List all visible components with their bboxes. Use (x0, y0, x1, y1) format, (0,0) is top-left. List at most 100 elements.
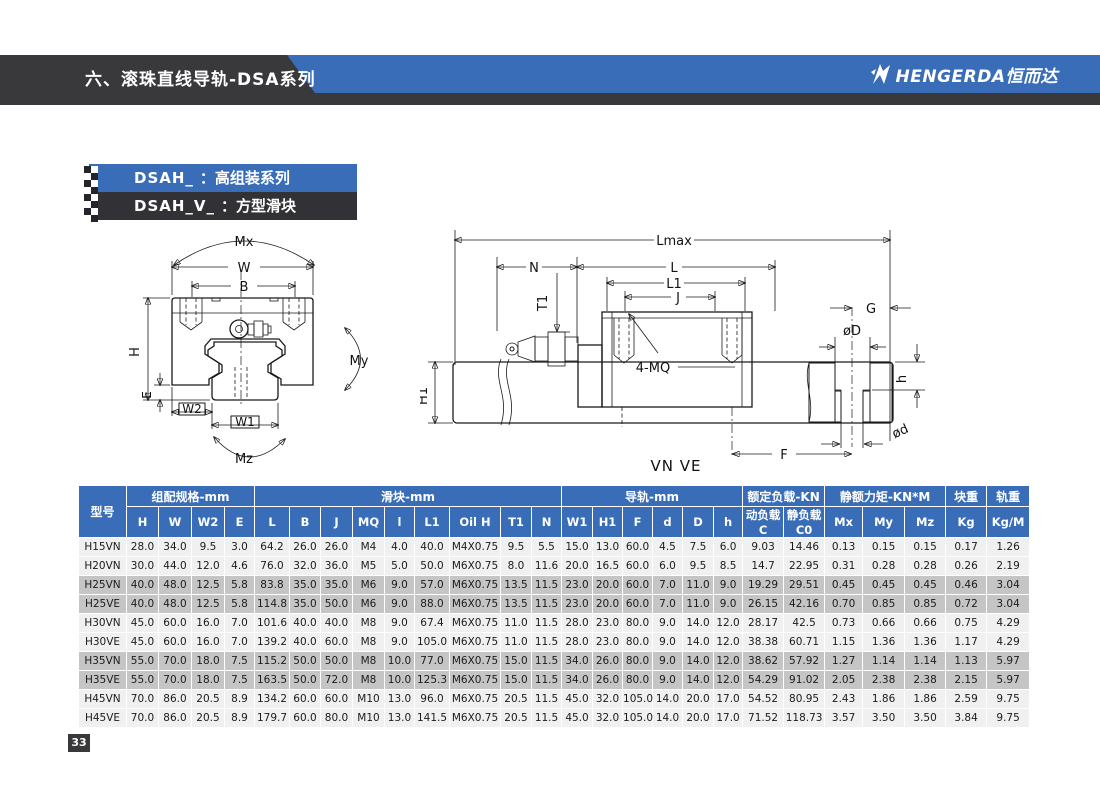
cell: 13.5 (501, 576, 532, 595)
cell: 26.0 (593, 671, 623, 690)
cell: 11.0 (683, 595, 714, 614)
cell: 36.0 (321, 557, 353, 576)
cell: 7.0 (225, 633, 255, 652)
label-g: G (866, 302, 876, 317)
cell: 11.5 (532, 671, 562, 690)
cell: M6X0.75 (450, 709, 501, 728)
dim-f: F (732, 407, 851, 463)
cell: 20.5 (192, 709, 225, 728)
column-header: N (532, 507, 562, 538)
cell: 101.6 (255, 614, 290, 633)
column-header: MQ (353, 507, 385, 538)
cell: 14.0 (683, 633, 714, 652)
series-code: DSAH_ (134, 169, 194, 187)
cell: 4.6 (225, 557, 255, 576)
cell: 0.72 (946, 595, 987, 614)
cell: 45.0 (127, 614, 159, 633)
cell: 1.14 (905, 652, 946, 671)
cell: 14.0 (683, 614, 714, 633)
dim-od-counterbore: øD (819, 324, 886, 362)
cell: 17.0 (714, 709, 743, 728)
cell: 28.0 (562, 614, 593, 633)
dim-e: E (140, 373, 170, 412)
cell: 2.43 (825, 690, 863, 709)
cell: M6 (353, 576, 385, 595)
cell: 7.5 (225, 652, 255, 671)
cell: 8.0 (501, 557, 532, 576)
cell: 2.38 (905, 671, 946, 690)
table-row: H30VN45.060.016.07.0101.640.040.0M89.067… (79, 614, 1030, 633)
cell: 22.95 (784, 557, 825, 576)
cell: 80.0 (623, 671, 653, 690)
group-header: 滑块-mm (255, 486, 562, 507)
label-j: J (675, 291, 680, 306)
cell: 7.0 (653, 595, 683, 614)
cell: 6.0 (714, 538, 743, 557)
cell: 0.31 (825, 557, 863, 576)
cell: 11.5 (532, 614, 562, 633)
cell: 40.0 (415, 538, 450, 557)
cell: 20.5 (501, 709, 532, 728)
cell: 3.57 (825, 709, 863, 728)
cell: 23.0 (562, 576, 593, 595)
model-cell: H30VN (79, 614, 127, 633)
cell: 11.0 (683, 576, 714, 595)
cell: M6X0.75 (450, 614, 501, 633)
cell: 80.0 (321, 709, 353, 728)
cell: 42.16 (784, 595, 825, 614)
cell: 20.5 (192, 690, 225, 709)
table-row: H25VE40.048.012.55.8114.835.050.0M69.088… (79, 595, 1030, 614)
cell: 10.0 (385, 652, 415, 671)
column-header: T1 (501, 507, 532, 538)
cell: 40.0 (127, 595, 159, 614)
cell: 3.84 (946, 709, 987, 728)
cell: 10.0 (385, 671, 415, 690)
cell: 9.0 (385, 633, 415, 652)
model-column-header: 型号 (79, 486, 127, 538)
cell: 4.29 (987, 633, 1030, 652)
cell: 60.0 (623, 538, 653, 557)
dim-w1: W1 (212, 403, 278, 429)
cell: 80.0 (623, 614, 653, 633)
cell: M6X0.75 (450, 671, 501, 690)
model-cell: H45VE (79, 709, 127, 728)
cell: 0.15 (905, 538, 946, 557)
cell: 2.59 (946, 690, 987, 709)
label-t1: T1 (536, 295, 551, 312)
label-od-small: ød (890, 422, 911, 442)
cell: M6X0.75 (450, 633, 501, 652)
dim-t1: T1 (536, 273, 570, 332)
cell: 0.46 (946, 576, 987, 595)
cell: 32.0 (593, 690, 623, 709)
cell: 67.4 (415, 614, 450, 633)
cell: 12.5 (192, 576, 225, 595)
cell: 20.5 (501, 690, 532, 709)
cell: 57.92 (784, 652, 825, 671)
cell: 9.03 (743, 538, 784, 557)
cell: 14.46 (784, 538, 825, 557)
cell: M8 (353, 633, 385, 652)
cell: 13.0 (385, 690, 415, 709)
cell: 60.71 (784, 633, 825, 652)
cell: 45.0 (127, 633, 159, 652)
cell: 55.0 (127, 671, 159, 690)
cell: 86.0 (159, 690, 192, 709)
label-l1: L1 (666, 277, 682, 292)
column-header: Kg/M (987, 507, 1030, 538)
cell: 9.0 (385, 595, 415, 614)
model-cell: H35VN (79, 652, 127, 671)
cell: 18.0 (192, 652, 225, 671)
front-view-diagram: Mx W B (118, 215, 418, 480)
cell: 11.5 (532, 652, 562, 671)
spec-table: 型号组配规格-mm滑块-mm导轨-mm额定负载-KN静额力矩-KN*M块重轨重H… (78, 485, 1030, 728)
cell: 38.38 (743, 633, 784, 652)
column-header: My (863, 507, 905, 538)
cell: 40.0 (290, 614, 321, 633)
cell: 0.45 (905, 576, 946, 595)
model-cell: H30VE (79, 633, 127, 652)
cell: 9.75 (987, 709, 1030, 728)
cell: 7.5 (225, 671, 255, 690)
cell: 9.5 (192, 538, 225, 557)
cell: 20.0 (593, 595, 623, 614)
cell: 1.14 (863, 652, 905, 671)
